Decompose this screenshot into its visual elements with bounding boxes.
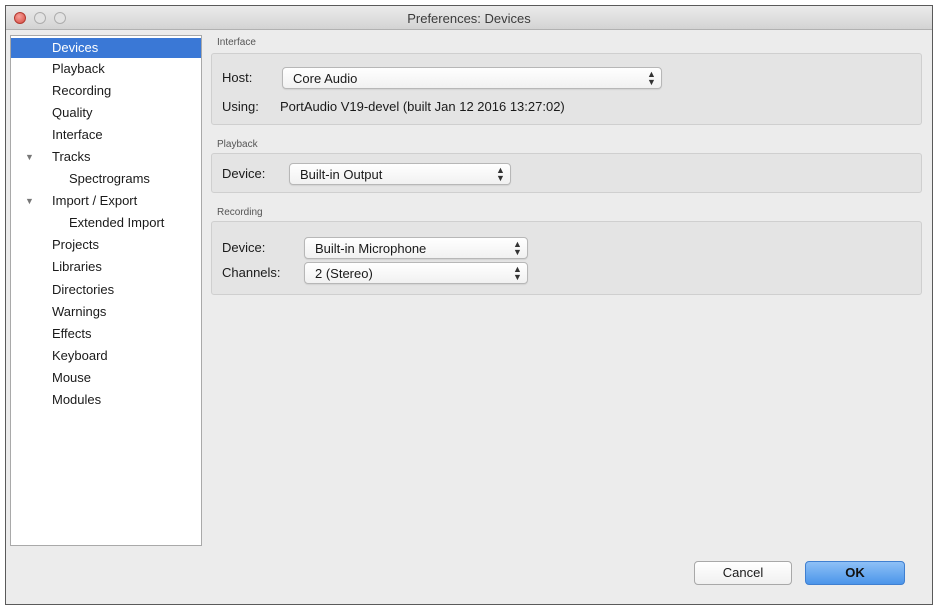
- window-title: Preferences: Devices: [407, 11, 531, 26]
- sidebar-item-label: Warnings: [52, 304, 107, 319]
- sidebar-item-label: Playback: [52, 61, 105, 76]
- sidebar-item-quality[interactable]: Quality: [11, 103, 201, 123]
- channels-value: 2 (Stereo): [315, 266, 373, 281]
- disclosure-triangle-icon[interactable]: ▼: [25, 191, 34, 211]
- recording-device-select[interactable]: Built-in Microphone ▲ ▼: [304, 237, 528, 259]
- preferences-window: Preferences: Devices Devices Playback Re…: [5, 5, 933, 605]
- sidebar-item-effects[interactable]: Effects: [11, 324, 201, 344]
- sidebar-item-label: Libraries: [52, 259, 102, 274]
- recording-device-value: Built-in Microphone: [315, 241, 427, 256]
- host-select[interactable]: Core Audio ▲ ▼: [282, 67, 662, 89]
- sidebar-item-import-export[interactable]: ▼ Import / Export: [11, 191, 201, 211]
- sidebar-item-directories[interactable]: Directories: [11, 280, 201, 300]
- host-select-value: Core Audio: [293, 71, 358, 86]
- sidebar-item-label: Devices: [52, 40, 99, 55]
- sidebar-item-label: Projects: [52, 237, 99, 252]
- playback-device-label: Device:: [222, 166, 266, 181]
- playback-group: Device: Built-in Output ▲ ▼: [211, 153, 922, 193]
- sidebar-item-keyboard[interactable]: Keyboard: [11, 346, 201, 366]
- playback-group-label: Playback: [217, 139, 258, 150]
- sidebar-item-label: Recording: [52, 83, 112, 98]
- updown-arrows-icon: ▲ ▼: [496, 165, 505, 183]
- title-bar[interactable]: Preferences: Devices: [6, 6, 932, 30]
- using-label: Using:: [222, 99, 259, 114]
- recording-group: Device: Built-in Microphone ▲ ▼ Channels:…: [211, 221, 922, 295]
- sidebar-item-warnings[interactable]: Warnings: [11, 302, 201, 322]
- recording-device-label: Device:: [222, 240, 266, 255]
- sidebar-item-recording[interactable]: Recording: [11, 81, 201, 101]
- ok-button[interactable]: OK: [805, 561, 905, 585]
- sidebar-item-label: Interface: [52, 127, 103, 142]
- sidebar-item-playback[interactable]: Playback: [11, 59, 201, 79]
- sidebar-item-label: Keyboard: [52, 348, 108, 363]
- sidebar-item-label: Extended Import: [69, 215, 165, 230]
- sidebar-item-devices[interactable]: Devices: [11, 38, 201, 58]
- host-label: Host:: [222, 70, 253, 85]
- interface-group: Host: Core Audio ▲ ▼ Using: PortAudio V19…: [211, 53, 922, 125]
- disclosure-triangle-icon[interactable]: ▼: [25, 147, 34, 167]
- sidebar-item-interface[interactable]: Interface: [11, 125, 201, 145]
- sidebar-item-libraries[interactable]: Libraries: [11, 257, 201, 277]
- sidebar-item-modules[interactable]: Modules: [11, 390, 201, 410]
- sidebar-item-label: Directories: [52, 282, 115, 297]
- sidebar-item-spectrograms[interactable]: Spectrograms: [11, 169, 201, 189]
- sidebar-item-label: Effects: [52, 326, 92, 341]
- updown-arrows-icon: ▲ ▼: [647, 69, 656, 87]
- channels-select[interactable]: 2 (Stereo) ▲ ▼: [304, 262, 528, 284]
- playback-device-value: Built-in Output: [300, 167, 383, 182]
- recording-group-label: Recording: [217, 207, 263, 218]
- playback-device-select[interactable]: Built-in Output ▲ ▼: [289, 163, 511, 185]
- interface-group-label: Interface: [217, 37, 256, 48]
- updown-arrows-icon: ▲ ▼: [513, 239, 522, 257]
- sidebar-item-label: Tracks: [52, 149, 91, 164]
- sidebar-item-label: Mouse: [52, 370, 92, 385]
- portaudio-version-text: PortAudio V19-devel (built Jan 12 2016 1…: [280, 99, 565, 114]
- channels-label: Channels:: [222, 265, 281, 280]
- updown-arrows-icon: ▲ ▼: [513, 264, 522, 282]
- sidebar-item-label: Modules: [52, 392, 102, 407]
- sidebar-item-tracks[interactable]: ▼ Tracks: [11, 147, 201, 167]
- sidebar-item-label: Quality: [52, 105, 93, 120]
- sidebar-item-extended-import[interactable]: Extended Import: [11, 213, 201, 233]
- preferences-sidebar: Devices Playback Recording Quality Inter…: [10, 35, 202, 546]
- sidebar-item-projects[interactable]: Projects: [11, 235, 201, 255]
- sidebar-item-mouse[interactable]: Mouse: [11, 368, 201, 388]
- cancel-button[interactable]: Cancel: [694, 561, 792, 585]
- sidebar-item-label: Spectrograms: [69, 171, 150, 186]
- sidebar-item-label: Import / Export: [52, 193, 138, 208]
